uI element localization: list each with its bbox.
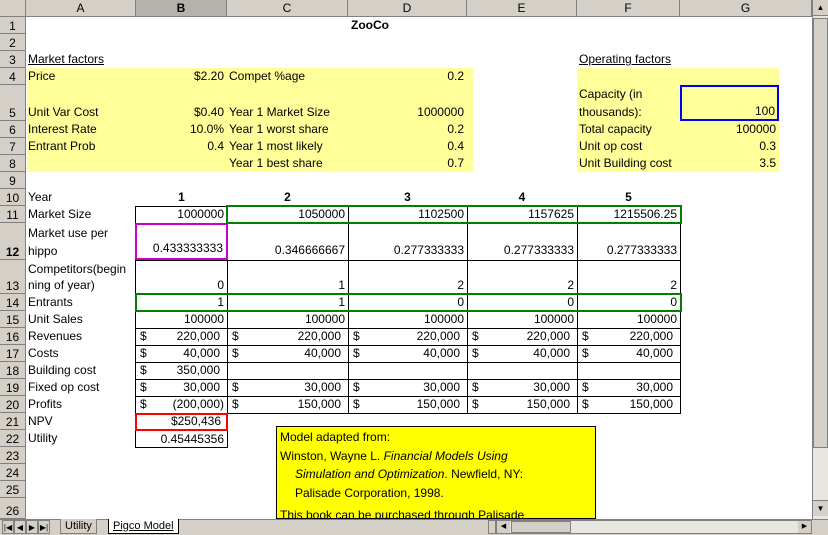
- note-book-title-cont: Simulation and Optimization: [295, 467, 445, 481]
- profits-y1[interactable]: (200,000): [136, 396, 227, 412]
- scroll-right-icon[interactable]: ▶: [798, 521, 811, 533]
- scroll-left-icon[interactable]: ◀: [497, 521, 510, 533]
- note-line-4: Palisade Corporation, 1998.: [295, 485, 444, 500]
- revenues-y4[interactable]: 220,000: [467, 328, 577, 344]
- entrants-y4[interactable]: 0: [467, 294, 577, 310]
- profits-y5[interactable]: 150,000: [577, 396, 680, 412]
- entrants-y3[interactable]: 0: [348, 294, 467, 310]
- costs-y4[interactable]: 40,000: [467, 345, 577, 361]
- revenues-y3[interactable]: 220,000: [348, 328, 467, 344]
- prev-sheet-icon[interactable]: ◀: [14, 520, 26, 534]
- next-sheet-icon[interactable]: ▶: [26, 520, 38, 534]
- market-size-y3[interactable]: 1102500: [348, 206, 467, 222]
- last-sheet-icon[interactable]: ▶|: [38, 520, 50, 534]
- note-line-2: Winston, Wayne L. Financial Models Using: [280, 447, 592, 466]
- note-book-title: Financial Models Using: [383, 448, 508, 463]
- market-use-y5[interactable]: 0.277333333: [577, 224, 680, 258]
- note-line-1: Model adapted from:: [280, 430, 391, 444]
- market-size-y5[interactable]: 1215506.25: [577, 206, 680, 222]
- market-use-y4[interactable]: 0.277333333: [467, 224, 577, 258]
- unit-sales-y3[interactable]: 100000: [348, 311, 467, 327]
- revenues-y1[interactable]: 220,000: [136, 328, 227, 344]
- market-size-y2[interactable]: 1050000: [227, 206, 348, 222]
- profits-y2[interactable]: 150,000: [227, 396, 348, 412]
- entrants-y2[interactable]: 1: [227, 294, 348, 310]
- fixed-op-cost-y1[interactable]: 30,000: [136, 379, 227, 395]
- fixed-op-cost-y4[interactable]: 30,000: [467, 379, 577, 395]
- source-note-textbox[interactable]: Model adapted from: Winston, Wayne L. Fi…: [276, 426, 596, 519]
- hscroll-thumb[interactable]: [511, 521, 571, 533]
- unit-sales-y1[interactable]: 100000: [136, 311, 227, 327]
- costs-y5[interactable]: 40,000: [577, 345, 680, 361]
- market-size-y1[interactable]: 1000000: [136, 206, 227, 222]
- fixed-op-cost-y5[interactable]: 30,000: [577, 379, 680, 395]
- competitors-y5[interactable]: 2: [577, 261, 680, 293]
- costs-y3[interactable]: 40,000: [348, 345, 467, 361]
- entrants-y1[interactable]: 1: [136, 294, 227, 310]
- npv-value[interactable]: $250,436: [135, 413, 228, 431]
- costs-y2[interactable]: 40,000: [227, 345, 348, 361]
- fixed-op-cost-y3[interactable]: 30,000: [348, 379, 467, 395]
- utility-value[interactable]: 0.45445356: [136, 431, 227, 447]
- unit-sales-y2[interactable]: 100000: [227, 311, 348, 327]
- market-use-y3[interactable]: 0.277333333: [348, 224, 467, 258]
- scroll-up-icon[interactable]: ▲: [813, 0, 828, 16]
- market-size-y4[interactable]: 1157625: [467, 206, 577, 222]
- note-author: Winston, Wayne L.: [280, 448, 384, 463]
- market-use-y2[interactable]: 0.346666667: [227, 224, 348, 258]
- revenues-y2[interactable]: 220,000: [227, 328, 348, 344]
- entrants-y5[interactable]: 0: [577, 294, 680, 310]
- tab-split-handle[interactable]: [488, 520, 496, 534]
- scroll-thumb[interactable]: [813, 18, 828, 448]
- market-use-y1[interactable]: 0.433333333: [135, 223, 228, 260]
- note-line-5: This book can be purchased through Palis…: [280, 508, 525, 519]
- competitors-y3[interactable]: 2: [348, 261, 467, 293]
- profits-y3[interactable]: 150,000: [348, 396, 467, 412]
- costs-y1[interactable]: 40,000: [136, 345, 227, 361]
- first-sheet-icon[interactable]: |◀: [2, 520, 14, 534]
- note-line-3: Simulation and Optimization. Newfield, N…: [280, 465, 592, 484]
- unit-sales-y5[interactable]: 100000: [577, 311, 680, 327]
- sheet-tab-pigco-model[interactable]: Pigco Model: [108, 519, 179, 534]
- revenues-y5[interactable]: 220,000: [577, 328, 680, 344]
- sheet-tab-utility[interactable]: Utility: [60, 519, 97, 534]
- note-publisher: . Newfield, NY:: [444, 467, 524, 481]
- fixed-op-cost-y2[interactable]: 30,000: [227, 379, 348, 395]
- horizontal-scrollbar[interactable]: ◀ ▶: [496, 520, 812, 534]
- scroll-down-icon[interactable]: ▼: [813, 500, 828, 516]
- vertical-scrollbar[interactable]: ▲ ▼: [812, 0, 828, 519]
- competitors-y1[interactable]: 0: [136, 261, 227, 293]
- building-cost-y1[interactable]: 350,000: [136, 362, 227, 378]
- profits-y4[interactable]: 150,000: [467, 396, 577, 412]
- competitors-y2[interactable]: 1: [227, 261, 348, 293]
- unit-sales-y4[interactable]: 100000: [467, 311, 577, 327]
- competitors-y4[interactable]: 2: [467, 261, 577, 293]
